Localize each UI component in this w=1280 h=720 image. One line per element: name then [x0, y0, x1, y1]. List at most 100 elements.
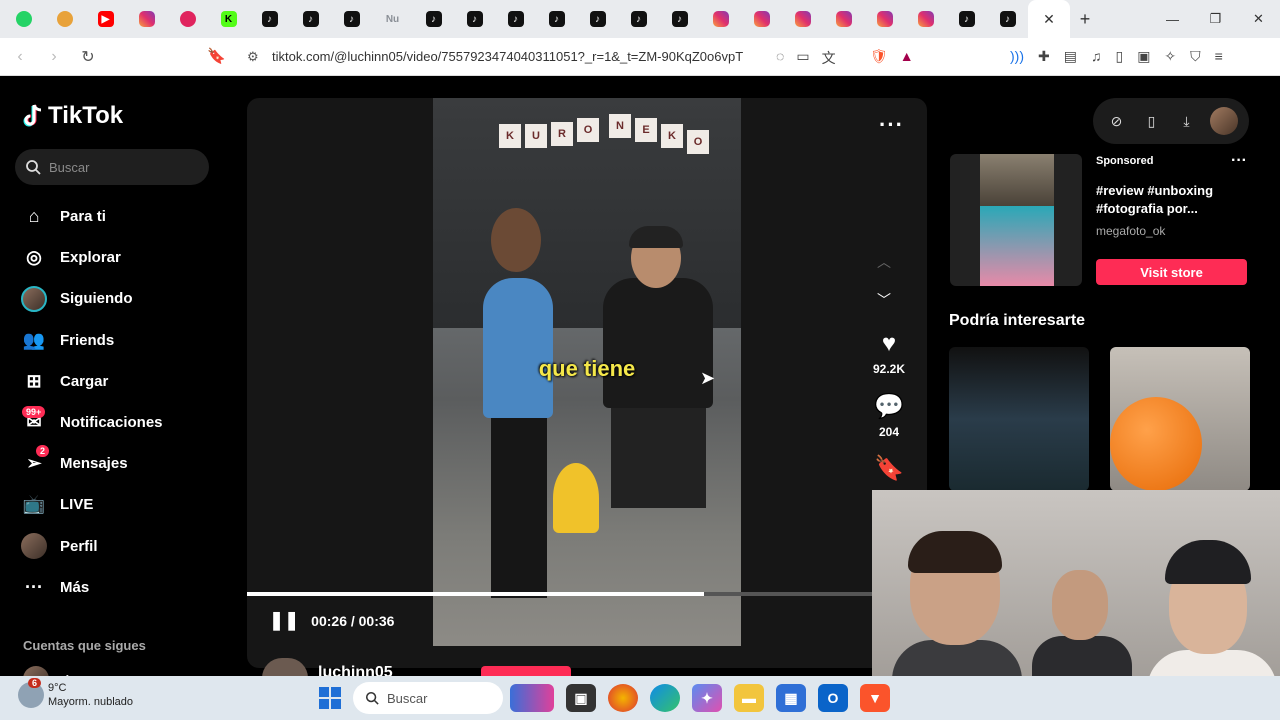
outlook-icon[interactable]: O [818, 684, 848, 712]
ad-title[interactable]: #review #unboxing #fotografia por... [1096, 182, 1256, 218]
browser-tab[interactable] [741, 0, 782, 38]
browser-tab[interactable]: ♪ [946, 0, 987, 38]
browser-tab[interactable]: ♪ [618, 0, 659, 38]
vpn-icon[interactable]: ⛉ [1190, 48, 1201, 65]
browser-tab[interactable]: ♪ [577, 0, 618, 38]
sidebar-item-siguiendo[interactable]: Siguiendo [18, 278, 163, 319]
chrome-icon[interactable] [608, 684, 638, 712]
brave-shield-icon[interactable]: 🛡 [870, 48, 888, 65]
url-field[interactable]: tiktok.com/@luchinn05/video/755792347404… [272, 49, 743, 64]
minimize-button[interactable]: — [1151, 0, 1194, 38]
weather-widget[interactable]: 6 9°C Mayorm. nublado [18, 678, 133, 709]
browser-tab[interactable] [126, 0, 167, 38]
audio-icon[interactable]: ))) [1010, 48, 1024, 65]
file-explorer-icon[interactable]: ▬ [734, 684, 764, 712]
browser-tab[interactable] [823, 0, 864, 38]
browser-tab[interactable]: Nu [372, 0, 413, 38]
translate-icon[interactable]: 文 [822, 48, 836, 68]
close-tab-icon[interactable]: ✕ [1043, 11, 1055, 28]
task-view-icon[interactable]: ▣ [566, 684, 596, 712]
forward-icon[interactable]: › [40, 43, 68, 71]
video-player[interactable]: K U R O N E K O que tiene ➤ [433, 98, 741, 646]
chevron-down-icon[interactable]: ﹀ [877, 290, 891, 310]
ad-more-icon[interactable]: ··· [1231, 152, 1247, 170]
visit-store-button[interactable]: Visit store [1096, 259, 1247, 285]
site-settings-icon[interactable]: ⚙ [247, 49, 259, 65]
music-icon[interactable]: ♫ [1091, 48, 1102, 65]
browser-tab[interactable] [864, 0, 905, 38]
sidebar-icon[interactable]: ▯ [1115, 48, 1123, 65]
tiktok-icon: ♪ [958, 11, 975, 27]
widget-app-icon[interactable] [510, 684, 554, 712]
menu-icon[interactable]: ≡ [1215, 48, 1223, 65]
sidebar-item-notificaciones[interactable]: ✉ 99+ Notificaciones [18, 402, 163, 443]
extensions-icon[interactable]: ✚ [1038, 48, 1050, 65]
browser-tab[interactable]: ♪ [495, 0, 536, 38]
browser-tab[interactable]: K [208, 0, 249, 38]
ad-thumbnail[interactable] [950, 154, 1082, 286]
sidebar-item-explorar[interactable]: ◎ Explorar [18, 237, 163, 278]
browser-tab[interactable] [167, 0, 208, 38]
sidebar-item-friends[interactable]: 👥 Friends [18, 320, 163, 361]
browser-tab[interactable] [44, 0, 85, 38]
store-icon[interactable]: ▦ [776, 684, 806, 712]
recommended-video[interactable] [1110, 347, 1250, 491]
recommended-video[interactable] [949, 347, 1089, 491]
reload-icon[interactable]: ↻ [74, 43, 102, 71]
sidebar-item-perfil[interactable]: Perfil [18, 526, 163, 567]
browser-tab[interactable] [3, 0, 44, 38]
taskbar-search[interactable]: Buscar [353, 682, 503, 714]
browser-tab[interactable]: ♪ [249, 0, 290, 38]
browser-tab[interactable]: ♪ [987, 0, 1028, 38]
sidebar-item-para-ti[interactable]: ⌂ Para ti [18, 196, 163, 237]
tab-manager-icon[interactable]: ▤ [1064, 48, 1077, 65]
browser-tab[interactable]: ♪ [536, 0, 577, 38]
new-tab-button[interactable]: + [1070, 9, 1100, 30]
bookmark-button[interactable]: 🔖 [859, 454, 919, 483]
download-icon[interactable]: ⤓ [1175, 113, 1199, 130]
brave-rewards-icon[interactable]: ▲ [900, 48, 914, 65]
more-options-icon[interactable]: ··· [879, 112, 904, 138]
like-button[interactable]: ♥ 92.2K [859, 330, 919, 376]
back-icon[interactable]: ‹ [6, 43, 34, 71]
browser-tab[interactable]: ♪ [659, 0, 700, 38]
search-box[interactable] [15, 149, 209, 185]
search-input[interactable] [49, 159, 199, 175]
phone-icon[interactable]: ▯ [1140, 113, 1164, 130]
bookmark-icon[interactable]: 🔖 [207, 47, 226, 65]
person-figure [629, 226, 683, 248]
browser-tab[interactable] [905, 0, 946, 38]
no-track-icon[interactable]: ◌ [776, 48, 784, 68]
ad-user[interactable]: megafoto_ok [1096, 224, 1165, 238]
browser-tab[interactable]: ▶ [85, 0, 126, 38]
tiktok-logo[interactable]: TikTok [22, 102, 123, 130]
coins-icon[interactable]: ⊘ [1105, 113, 1129, 130]
follow-button[interactable] [481, 666, 571, 676]
browser-tab[interactable]: ♪ [290, 0, 331, 38]
active-browser-tab[interactable]: ✕ [1028, 0, 1070, 38]
restore-button[interactable]: ❐ [1194, 0, 1237, 38]
browser-tab[interactable]: ♪ [331, 0, 372, 38]
sidebar-item-live[interactable]: 📺 LIVE [18, 484, 163, 525]
browser-tab[interactable]: ♪ [454, 0, 495, 38]
sidebar-item-mensajes[interactable]: ➢ 2 Mensajes [18, 443, 163, 484]
sidebar-item-m-s[interactable]: ··· Más [18, 567, 163, 608]
chevron-up-icon[interactable]: ︿ [877, 252, 891, 272]
notification-badge: 99+ [22, 405, 46, 418]
brave-icon[interactable]: ▼ [860, 684, 890, 712]
wallet-icon[interactable]: ▣ [1137, 48, 1150, 65]
windows-start-icon[interactable] [319, 687, 341, 709]
sidebar-item-cargar[interactable]: ⊞ Cargar [18, 361, 163, 402]
copilot-icon[interactable]: ✦ [692, 684, 722, 712]
browser-tab[interactable] [782, 0, 823, 38]
edge-icon[interactable] [650, 684, 680, 712]
close-window-button[interactable]: ✕ [1237, 0, 1280, 38]
comment-button[interactable]: 💬 204 [859, 392, 919, 439]
browser-tab[interactable] [700, 0, 741, 38]
cast-icon[interactable]: ▭ [796, 48, 809, 68]
leo-icon[interactable]: ✧ [1164, 48, 1176, 65]
pause-icon[interactable]: ❚❚ [269, 610, 299, 631]
browser-tab[interactable]: ♪ [413, 0, 454, 38]
video-progress-bar[interactable] [247, 592, 873, 596]
avatar[interactable] [1209, 107, 1238, 135]
